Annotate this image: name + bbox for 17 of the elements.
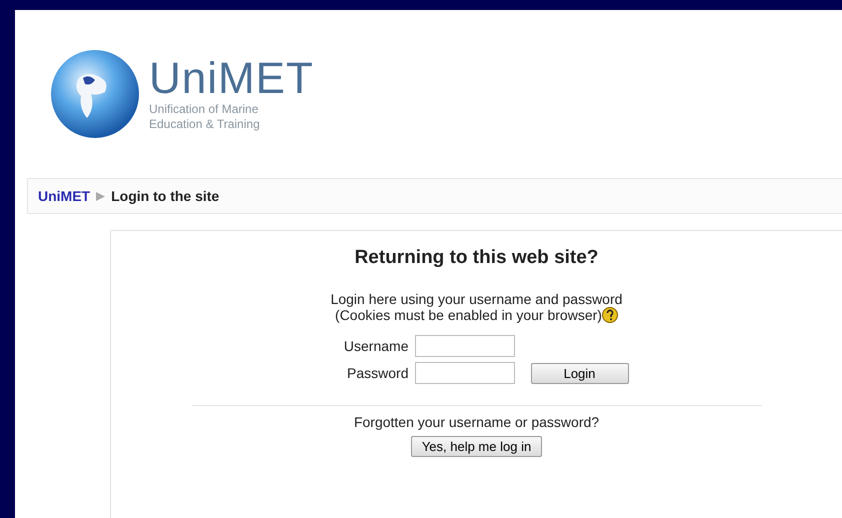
breadcrumb-link[interactable]: UniMET	[38, 188, 90, 204]
forgot-text: Forgotten your username or password?	[354, 414, 600, 430]
login-instructions: Login here using your username and password (Cookies must be enabled in your browser)	[330, 291, 622, 323]
input-field[interactable]	[414, 335, 514, 357]
breadcrumb-current: Login to the site	[111, 188, 220, 204]
field-label: Password	[346, 365, 408, 381]
login-button[interactable]: Login	[530, 362, 628, 384]
help-icon[interactable]	[602, 307, 618, 323]
globe-logo-icon	[49, 48, 141, 140]
help-login-button[interactable]: Yes, help me log in	[410, 436, 542, 457]
separator-arrow-icon	[96, 192, 106, 200]
site-tagline: Unification of Marine	[149, 102, 260, 117]
input-field[interactable]	[414, 362, 514, 384]
login-heading: Returning to this web site?	[354, 247, 598, 269]
field-label: Username	[342, 338, 408, 354]
site-tagline: Education & Training	[149, 117, 261, 132]
site-name: UniMET	[149, 56, 314, 102]
